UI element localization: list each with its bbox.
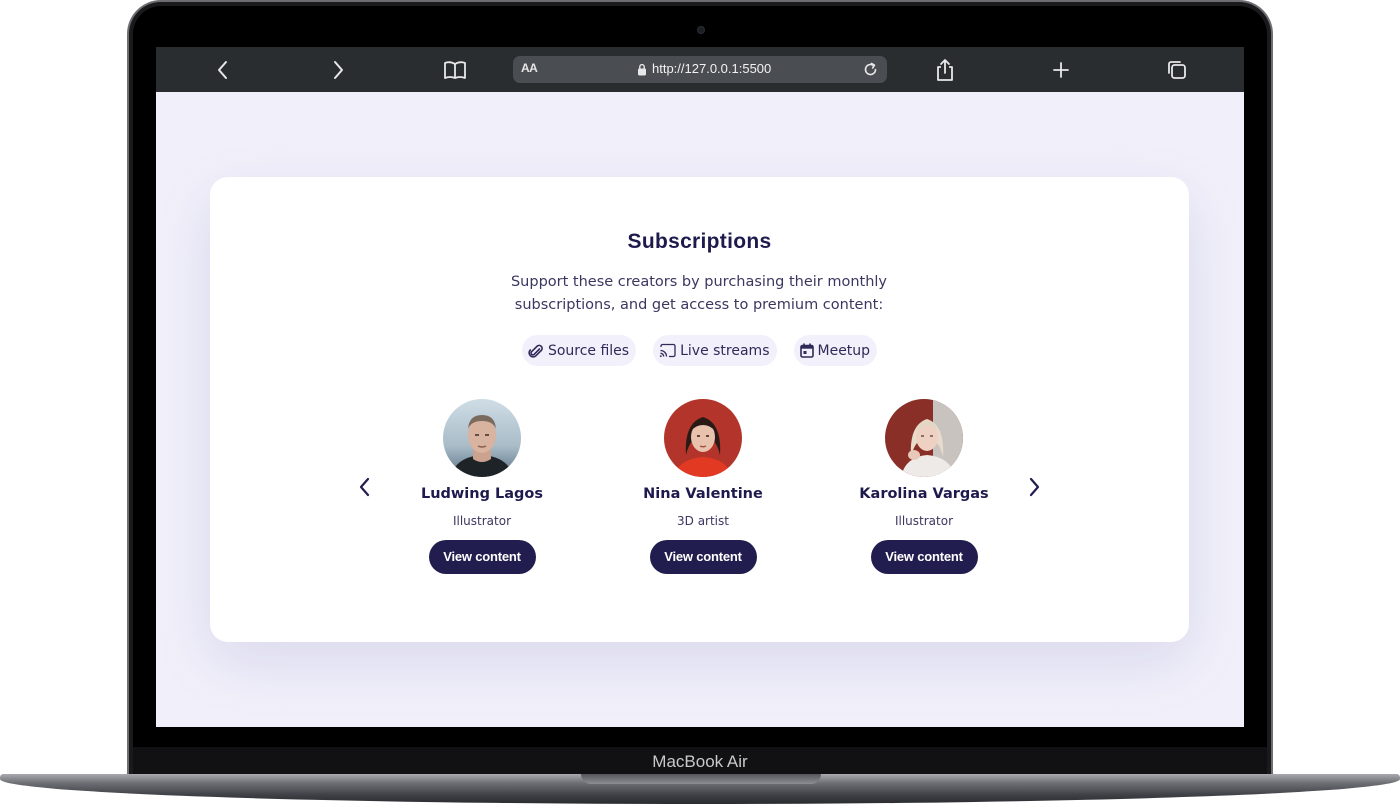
creator-name: Nina Valentine <box>643 486 763 502</box>
avatar <box>443 399 521 477</box>
cast-icon <box>659 343 676 358</box>
creator-card-nina-valentine: Nina Valentine 3D artist View content <box>628 399 778 574</box>
feature-chip-label: Live streams <box>680 342 770 359</box>
browser-window: AA http://127.0.0.1:5500 Subscriptions S… <box>156 47 1244 727</box>
address-bar[interactable]: AA http://127.0.0.1:5500 <box>513 56 887 83</box>
feature-chips: Source files Live streams Meetup <box>210 335 1189 367</box>
tabs-icon <box>1168 61 1186 79</box>
calendar-icon <box>799 343 814 358</box>
chevron-left-icon <box>359 477 370 497</box>
subscriptions-card: Subscriptions Support these creators by … <box>210 177 1189 642</box>
feature-chip-label: Source files <box>547 342 630 359</box>
share-button[interactable] <box>932 57 958 83</box>
chevron-left-icon <box>218 61 227 79</box>
url-text: http://127.0.0.1:5500 <box>652 61 772 76</box>
chevron-right-icon <box>334 61 343 79</box>
creator-card-karolina-vargas: Karolina Vargas Illustrator View content <box>849 399 999 574</box>
forward-button[interactable] <box>325 57 351 83</box>
feature-chip-live-streams: Live streams <box>653 335 777 366</box>
chevron-right-icon <box>1029 477 1040 497</box>
view-content-button[interactable]: View content <box>649 540 757 574</box>
text-size-button[interactable]: AA <box>521 61 538 75</box>
carousel-next-button[interactable] <box>1024 475 1044 499</box>
creator-role: 3D artist <box>677 514 729 528</box>
creator-name: Ludwing Lagos <box>420 486 544 502</box>
share-icon <box>937 59 953 81</box>
feature-chip-meetup: Meetup <box>793 335 878 366</box>
book-icon <box>444 61 466 79</box>
feature-chip-source-files: Source files <box>521 335 637 366</box>
paperclip-icon <box>528 344 543 358</box>
avatar <box>885 399 963 477</box>
laptop-notch <box>581 774 821 784</box>
plus-icon <box>1053 62 1069 78</box>
back-button[interactable] <box>210 57 236 83</box>
creator-card-ludwing-lagos: Ludwing Lagos Illustrator View content <box>407 399 557 574</box>
device-brand-label: MacBook Air <box>652 752 748 771</box>
avatar <box>664 399 742 477</box>
camera-icon <box>697 26 705 34</box>
carousel-prev-button[interactable] <box>355 475 375 499</box>
card-description: Support these creators by purchasing the… <box>510 274 888 313</box>
new-tab-button[interactable] <box>1048 57 1074 83</box>
reload-icon[interactable] <box>862 61 879 78</box>
browser-toolbar: AA http://127.0.0.1:5500 <box>156 47 1244 92</box>
lock-icon <box>638 63 646 76</box>
tabs-overview-button[interactable] <box>1164 57 1190 83</box>
page-title: Subscriptions <box>627 230 772 253</box>
feature-chip-label: Meetup <box>817 342 871 359</box>
view-content-button[interactable]: View content <box>870 540 978 574</box>
creator-name: Karolina Vargas <box>859 486 989 502</box>
view-content-button[interactable]: View content <box>428 540 536 574</box>
bookmarks-button[interactable] <box>442 57 468 83</box>
creator-role: Illustrator <box>894 514 954 528</box>
creator-role: Illustrator <box>452 514 512 528</box>
